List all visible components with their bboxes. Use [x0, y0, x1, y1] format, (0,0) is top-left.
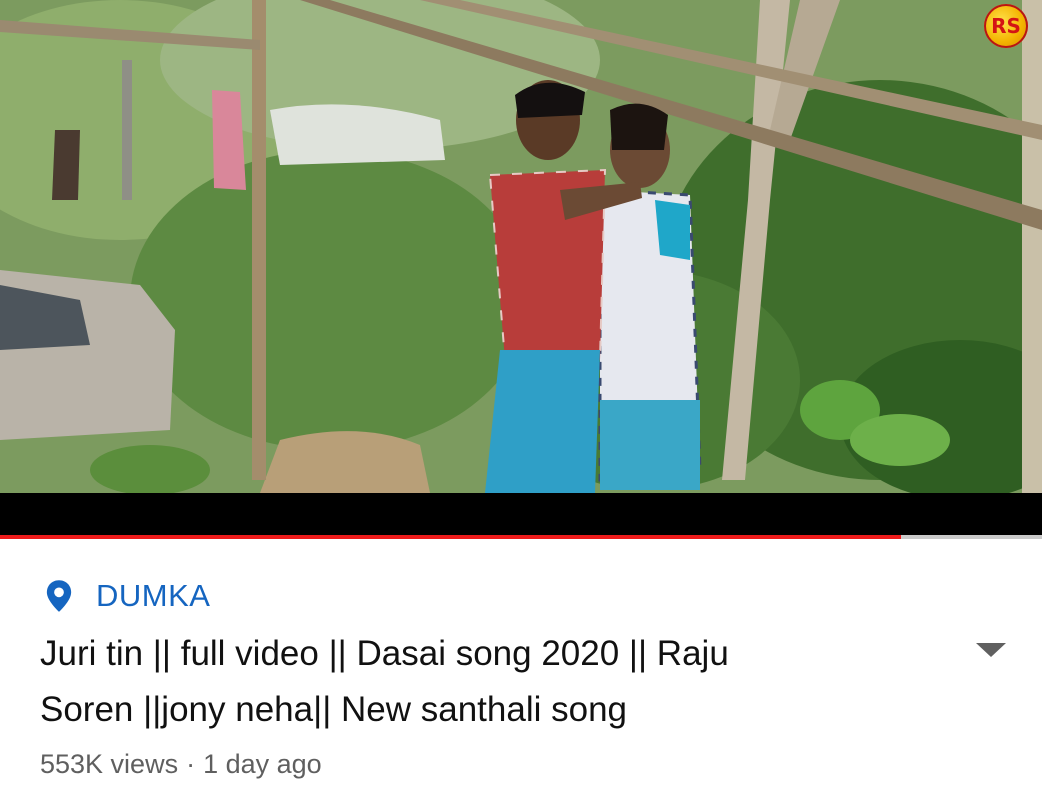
- video-meta: 553K views · 1 day ago: [40, 744, 322, 784]
- location-tag[interactable]: DUMKA: [44, 576, 210, 616]
- location-label: DUMKA: [96, 578, 211, 613]
- location-pin-icon: [46, 580, 72, 612]
- video-progress-bar[interactable]: [0, 535, 1042, 539]
- view-count: 553K views: [40, 748, 179, 779]
- video-title[interactable]: Juri tin || full video || Dasai song 202…: [40, 626, 920, 738]
- upload-age: 1 day ago: [203, 748, 322, 779]
- video-progress-fill: [0, 535, 902, 539]
- expand-description-button[interactable]: [970, 636, 1012, 664]
- chevron-down-icon: [976, 643, 1006, 657]
- channel-watermark-logo: RS: [984, 4, 1028, 48]
- video-letterbox: [0, 493, 1042, 535]
- video-frame-image: [0, 0, 1042, 493]
- meta-separator: ·: [186, 748, 196, 779]
- video-player[interactable]: RS: [0, 0, 1042, 493]
- video-title-line-2: Soren ||jony neha|| New santhali song: [40, 690, 628, 729]
- video-title-line-1: Juri tin || full video || Dasai song 202…: [40, 634, 729, 673]
